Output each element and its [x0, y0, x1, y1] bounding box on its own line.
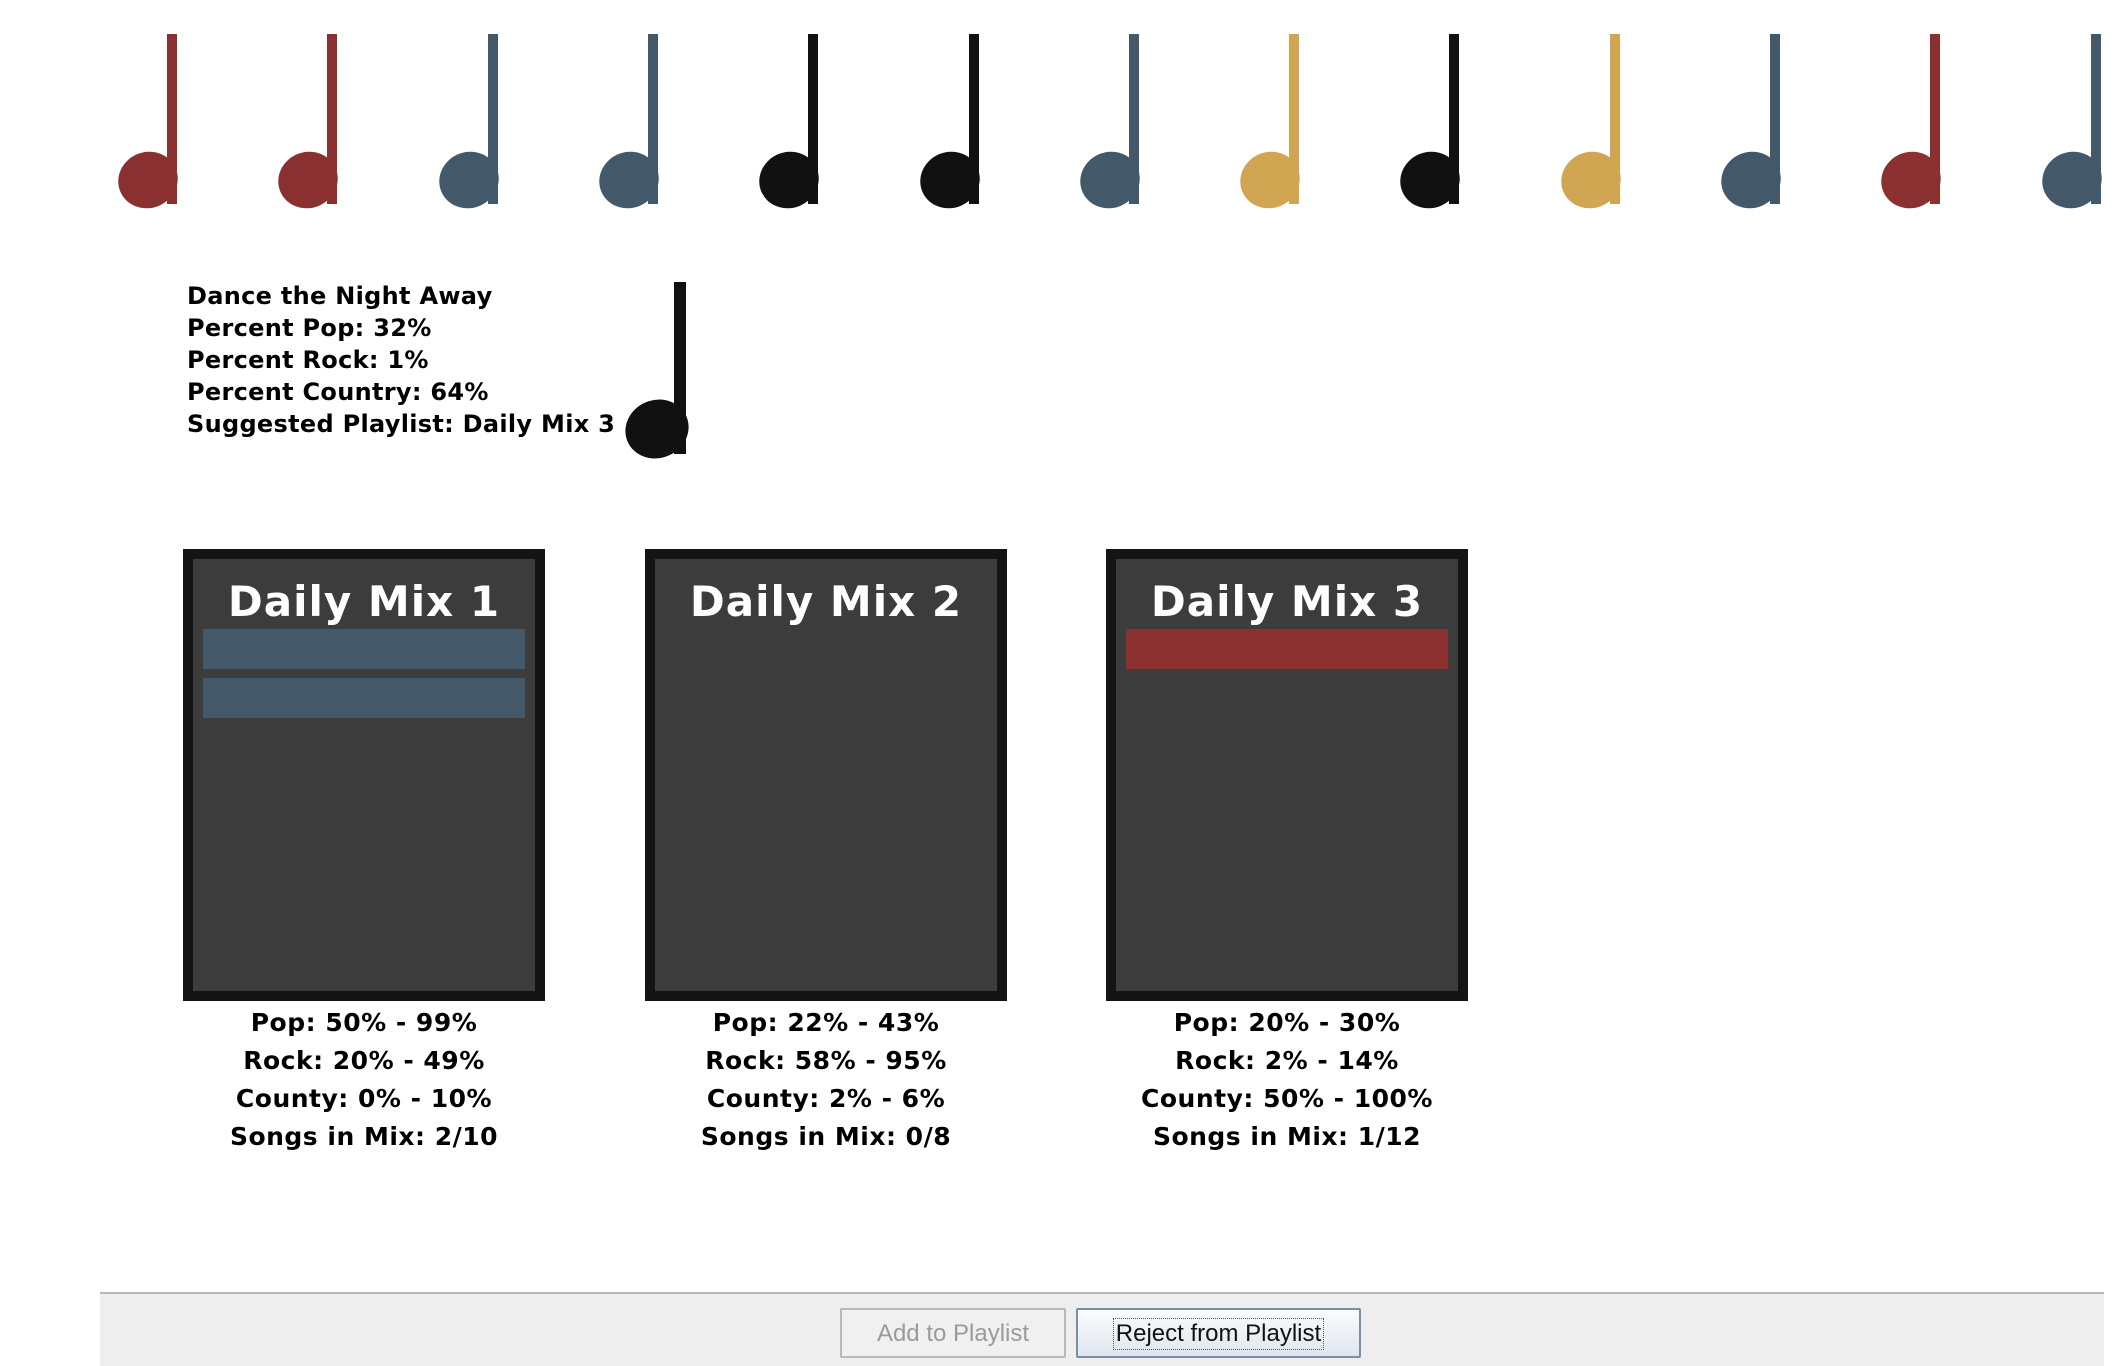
mix-pop-range: Pop: 22% - 43%	[712, 1008, 940, 1037]
mix-country-range: County: 50% - 100%	[1141, 1084, 1433, 1113]
current-song-info: Dance the Night Away Percent Pop: 32% Pe…	[187, 280, 615, 440]
mix-rock-range: Rock: 58% - 95%	[705, 1046, 947, 1075]
percent-pop: Percent Pop: 32%	[187, 314, 432, 342]
daily-mix-3-stats: Pop: 20% - 30% Rock: 2% - 14% County: 50…	[1106, 1004, 1468, 1156]
mix-song-bar[interactable]	[203, 678, 525, 718]
mix-song-count: Songs in Mix: 1/12	[1152, 1122, 1422, 1151]
action-bar: Add to Playlist Reject from Playlist	[100, 1292, 2104, 1366]
music-note-icon[interactable]	[430, 34, 519, 224]
mix-song-count: Songs in Mix: 2/10	[229, 1122, 499, 1151]
mix-pop-range: Pop: 20% - 30%	[1173, 1008, 1401, 1037]
mix-title: Daily Mix 2	[689, 577, 963, 626]
mix-pop-range: Pop: 50% - 99%	[250, 1008, 478, 1037]
daily-mix-2-stats: Pop: 22% - 43% Rock: 58% - 95% County: 2…	[645, 1004, 1007, 1156]
add-to-playlist-button[interactable]: Add to Playlist	[840, 1308, 1066, 1358]
daily-mix-1-stats: Pop: 50% - 99% Rock: 20% - 49% County: 0…	[183, 1004, 545, 1156]
percent-rock: Percent Rock: 1%	[187, 346, 429, 374]
mix-title: Daily Mix 3	[1150, 577, 1424, 626]
music-note-icon[interactable]	[1392, 34, 1480, 224]
app-canvas: Dance the Night Away Percent Pop: 32% Pe…	[0, 0, 2118, 1366]
percent-country: Percent Country: 64%	[187, 378, 489, 406]
music-note-icon[interactable]	[109, 34, 198, 224]
music-note-icon[interactable]	[1071, 34, 1160, 224]
daily-mix-2-card[interactable]: Daily Mix 2	[645, 549, 1007, 1001]
mix-rock-range: Rock: 2% - 14%	[1175, 1046, 1399, 1075]
song-title: Dance the Night Away	[187, 282, 493, 310]
music-note-icon[interactable]	[269, 34, 358, 224]
music-note-icon[interactable]	[1712, 34, 1801, 224]
mix-song-count: Songs in Mix: 0/8	[700, 1122, 952, 1151]
music-note-icon[interactable]	[750, 34, 839, 224]
suggested-playlist: Suggested Playlist: Daily Mix 3	[187, 410, 616, 438]
mix-title: Daily Mix 1	[227, 577, 501, 626]
mix-song-bar[interactable]	[203, 629, 525, 669]
mix-country-range: County: 2% - 6%	[706, 1084, 946, 1113]
mix-country-range: County: 0% - 10%	[235, 1084, 493, 1113]
music-note-icon[interactable]	[1552, 34, 1641, 224]
mix-rock-range: Rock: 20% - 49%	[243, 1046, 485, 1075]
current-song-note-icon[interactable]	[616, 282, 705, 472]
music-note-icon[interactable]	[911, 34, 1000, 224]
music-note-icon[interactable]	[1872, 34, 1961, 224]
mix-song-bar[interactable]	[1126, 629, 1448, 669]
music-note-icon[interactable]	[1231, 34, 1320, 224]
daily-mix-3-card[interactable]: Daily Mix 3	[1106, 549, 1468, 1001]
music-note-icon[interactable]	[2033, 34, 2118, 224]
reject-from-playlist-button[interactable]: Reject from Playlist	[1076, 1308, 1361, 1358]
music-note-icon[interactable]	[590, 34, 679, 224]
reject-button-label: Reject from Playlist	[1112, 1318, 1325, 1350]
daily-mix-1-card[interactable]: Daily Mix 1	[183, 549, 545, 1001]
